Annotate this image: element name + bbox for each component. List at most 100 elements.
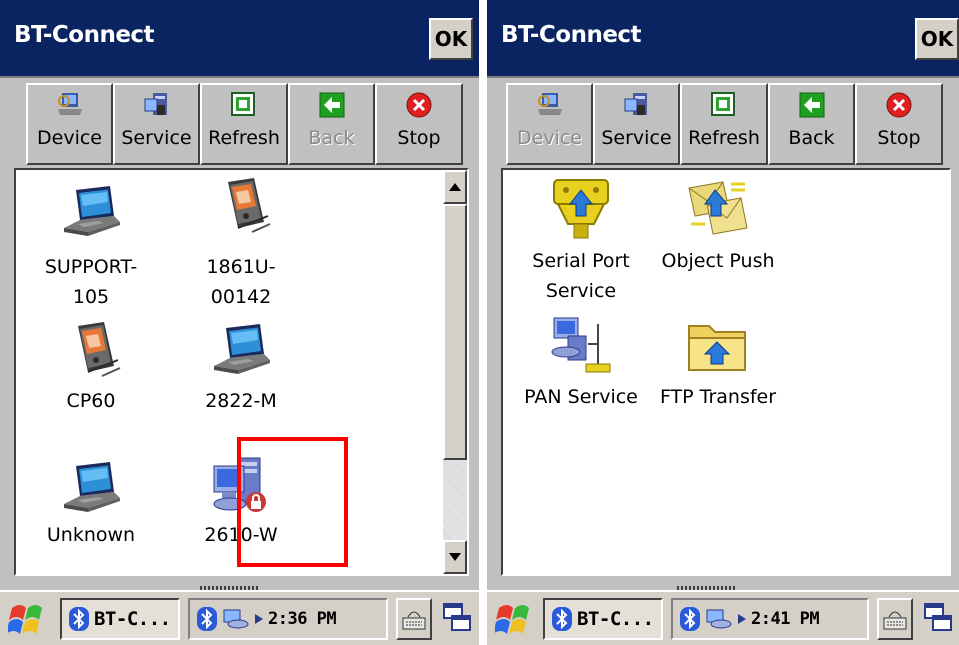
title-bar: BT-Connect OK [487, 0, 959, 78]
highlight-annotation [237, 437, 348, 567]
taskbar-app-button[interactable]: BT-C... [60, 598, 180, 640]
back-arrow-icon [318, 91, 346, 119]
device-button[interactable]: Device [26, 83, 113, 165]
ok-button[interactable]: OK [429, 18, 473, 60]
bluetooth-icon [68, 606, 90, 632]
stop-button[interactable]: Stop [855, 83, 943, 165]
back-button[interactable]: Back [768, 83, 855, 165]
device-search-icon [56, 91, 84, 119]
service-button[interactable]: Service [113, 83, 200, 165]
service-icon [143, 91, 171, 119]
back-arrow-icon [798, 91, 826, 119]
refresh-button-label: Refresh [688, 127, 760, 149]
taskbar: BT-C... 2:41 PM [487, 590, 959, 645]
window-title: BT-Connect [501, 22, 642, 48]
service-button[interactable]: Service [593, 83, 680, 165]
device-button[interactable]: Device [506, 83, 593, 165]
device-name: 2822-M [205, 390, 277, 412]
clock[interactable]: 2:41 PM [751, 609, 820, 629]
taskbar-app-label: BT-C... [577, 608, 654, 630]
screen-divider [479, 0, 487, 645]
bluetooth-icon [551, 606, 573, 632]
bluetooth-icon[interactable] [196, 606, 218, 632]
window-title: BT-Connect [14, 22, 155, 48]
device-name: 1861U- 00142 [206, 256, 276, 308]
device-name: CP60 [66, 390, 116, 412]
refresh-button-label: Refresh [208, 127, 280, 149]
scroll-up-icon [449, 183, 461, 191]
scroll-down-icon [449, 553, 461, 561]
keyboard-button[interactable] [877, 598, 913, 640]
laptop-icon [208, 320, 274, 386]
laptop-icon [58, 458, 124, 524]
device-name: Unknown [46, 524, 136, 546]
stop-icon [885, 91, 913, 119]
ftp-folder-icon [685, 314, 751, 380]
service-icon [623, 91, 651, 119]
stop-icon [405, 91, 433, 119]
toolbar: Device Service Refresh Back Stop [487, 78, 959, 168]
expand-arrow-icon[interactable] [254, 613, 264, 625]
refresh-icon [230, 91, 258, 119]
ok-button[interactable]: OK [915, 18, 959, 60]
refresh-button[interactable]: Refresh [200, 83, 288, 165]
stop-button-label: Stop [397, 127, 441, 149]
start-icon[interactable] [8, 600, 48, 638]
device-item[interactable]: 1861U- 00142 [186, 176, 296, 308]
object-push-icon [685, 176, 751, 242]
vertical-scrollbar[interactable] [443, 170, 467, 574]
left-screen: BT-Connect OK Device Service Refresh Bac… [0, 0, 479, 645]
service-name: Serial Port Service [532, 250, 630, 302]
device-button-label: Device [37, 127, 102, 149]
keyboard-icon [883, 608, 907, 630]
stop-button-label: Stop [877, 127, 921, 149]
service-list: Serial Port Service Object Push PAN Serv… [501, 168, 951, 576]
back-button-label: Back [788, 127, 835, 149]
switch-windows-icon[interactable] [923, 602, 953, 634]
device-name: SUPPORT- 105 [44, 256, 138, 308]
keyboard-button[interactable] [396, 598, 432, 640]
scroll-thumb[interactable] [443, 204, 467, 460]
right-screen: BT-Connect OK Device Service Refresh Bac… [487, 0, 959, 645]
service-name: FTP Transfer [659, 386, 777, 408]
device-item[interactable]: CP60 [36, 316, 146, 426]
service-item[interactable]: PAN Service [507, 310, 655, 420]
taskbar-app-button[interactable]: BT-C... [543, 598, 663, 640]
keyboard-icon [402, 608, 426, 630]
service-item[interactable]: Serial Port Service [521, 170, 641, 306]
back-button-label: Back [308, 127, 355, 149]
device-item[interactable]: 2822-M [186, 316, 296, 426]
service-item[interactable]: Object Push [653, 170, 783, 306]
system-tray: 2:36 PM [188, 598, 388, 640]
service-name: PAN Service [524, 386, 638, 408]
switch-windows-icon[interactable] [442, 602, 472, 634]
scroll-up-button[interactable] [443, 170, 467, 204]
scroll-down-button[interactable] [443, 540, 467, 574]
device-item[interactable]: Unknown [36, 450, 146, 560]
stop-button[interactable]: Stop [375, 83, 463, 165]
network-icon[interactable] [705, 608, 733, 630]
device-button-label: Device [517, 127, 582, 149]
service-button-label: Service [121, 127, 192, 149]
back-button[interactable]: Back [288, 83, 375, 165]
taskbar: BT-C... 2:36 PM [0, 590, 479, 645]
handheld-icon [208, 176, 274, 242]
device-search-icon [536, 91, 564, 119]
refresh-icon [710, 91, 738, 119]
taskbar-app-label: BT-C... [94, 608, 171, 630]
start-icon[interactable] [495, 600, 535, 638]
pan-network-icon [548, 314, 614, 380]
device-item[interactable]: SUPPORT- 105 [36, 176, 146, 308]
clock[interactable]: 2:36 PM [268, 609, 337, 629]
service-button-label: Service [601, 127, 672, 149]
serial-port-icon [548, 176, 614, 242]
handheld-icon [58, 320, 124, 386]
bluetooth-icon[interactable] [679, 606, 701, 632]
system-tray: 2:41 PM [671, 598, 869, 640]
network-icon[interactable] [222, 608, 250, 630]
title-bar: BT-Connect OK [0, 0, 479, 78]
expand-arrow-icon[interactable] [737, 613, 747, 625]
refresh-button[interactable]: Refresh [680, 83, 768, 165]
service-item[interactable]: FTP Transfer [653, 310, 783, 420]
service-name: Object Push [661, 250, 775, 272]
